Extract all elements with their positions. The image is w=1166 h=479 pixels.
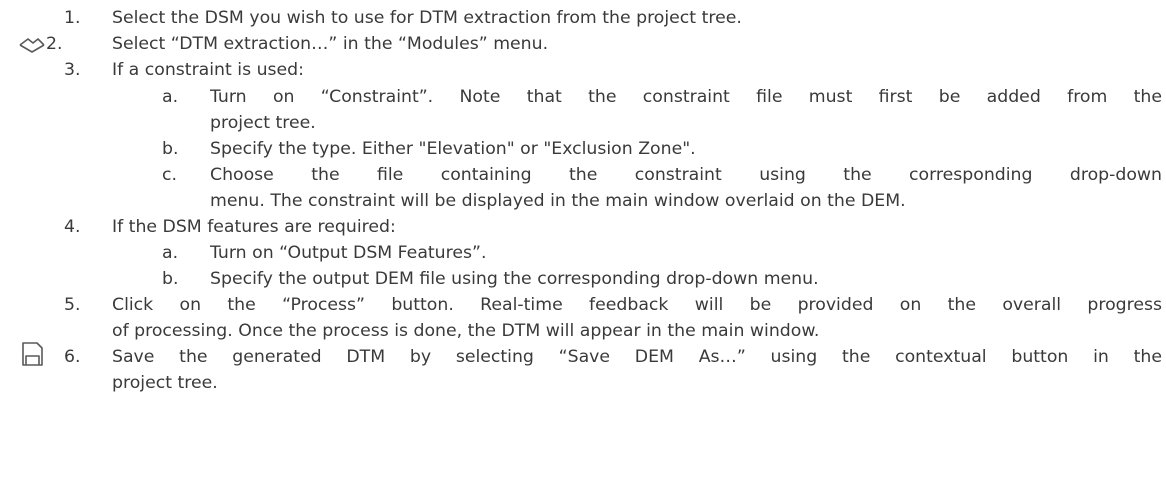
- substep-text: Choose the file containing the constrain…: [210, 165, 1162, 185]
- step-text: project tree.: [112, 373, 218, 393]
- step-number: 2.: [46, 34, 63, 54]
- step-number: 4.: [64, 217, 81, 237]
- substep-text: project tree.: [210, 113, 316, 133]
- step-text: Click on the “Process” button. Real-time…: [112, 295, 1162, 315]
- step-number: 6.: [64, 347, 81, 367]
- substep-text: Specify the type. Either "Elevation" or …: [210, 139, 696, 159]
- substep-letter: c.: [162, 165, 177, 185]
- substep-text: Specify the output DEM file using the co…: [210, 269, 819, 289]
- step-number: 3.: [64, 60, 81, 80]
- step-text: If the DSM features are required:: [112, 217, 396, 237]
- step-text: Save the generated DTM by selecting “Sav…: [112, 347, 1162, 367]
- substep-text: menu. The constraint will be displayed i…: [210, 191, 906, 211]
- instruction-list: 1. Select the DSM you wish to use for DT…: [0, 0, 1166, 479]
- step-number: 1.: [64, 8, 81, 28]
- step-number: 5.: [64, 295, 81, 315]
- step-text: of processing. Once the process is done,…: [112, 321, 820, 341]
- substep-letter: a.: [162, 87, 179, 107]
- substep-letter: a.: [162, 243, 179, 263]
- surface-icon: [19, 38, 45, 53]
- step-text: If a constraint is used:: [112, 60, 304, 80]
- save-icon: [22, 342, 43, 366]
- substep-letter: b.: [162, 269, 179, 289]
- substep-letter: b.: [162, 139, 179, 159]
- substep-text: Turn on “Constraint”. Note that the cons…: [210, 87, 1162, 107]
- step-text: Select the DSM you wish to use for DTM e…: [112, 8, 742, 28]
- step-text: Select “DTM extraction…” in the “Modules…: [112, 34, 549, 54]
- substep-text: Turn on “Output DSM Features”.: [210, 243, 487, 263]
